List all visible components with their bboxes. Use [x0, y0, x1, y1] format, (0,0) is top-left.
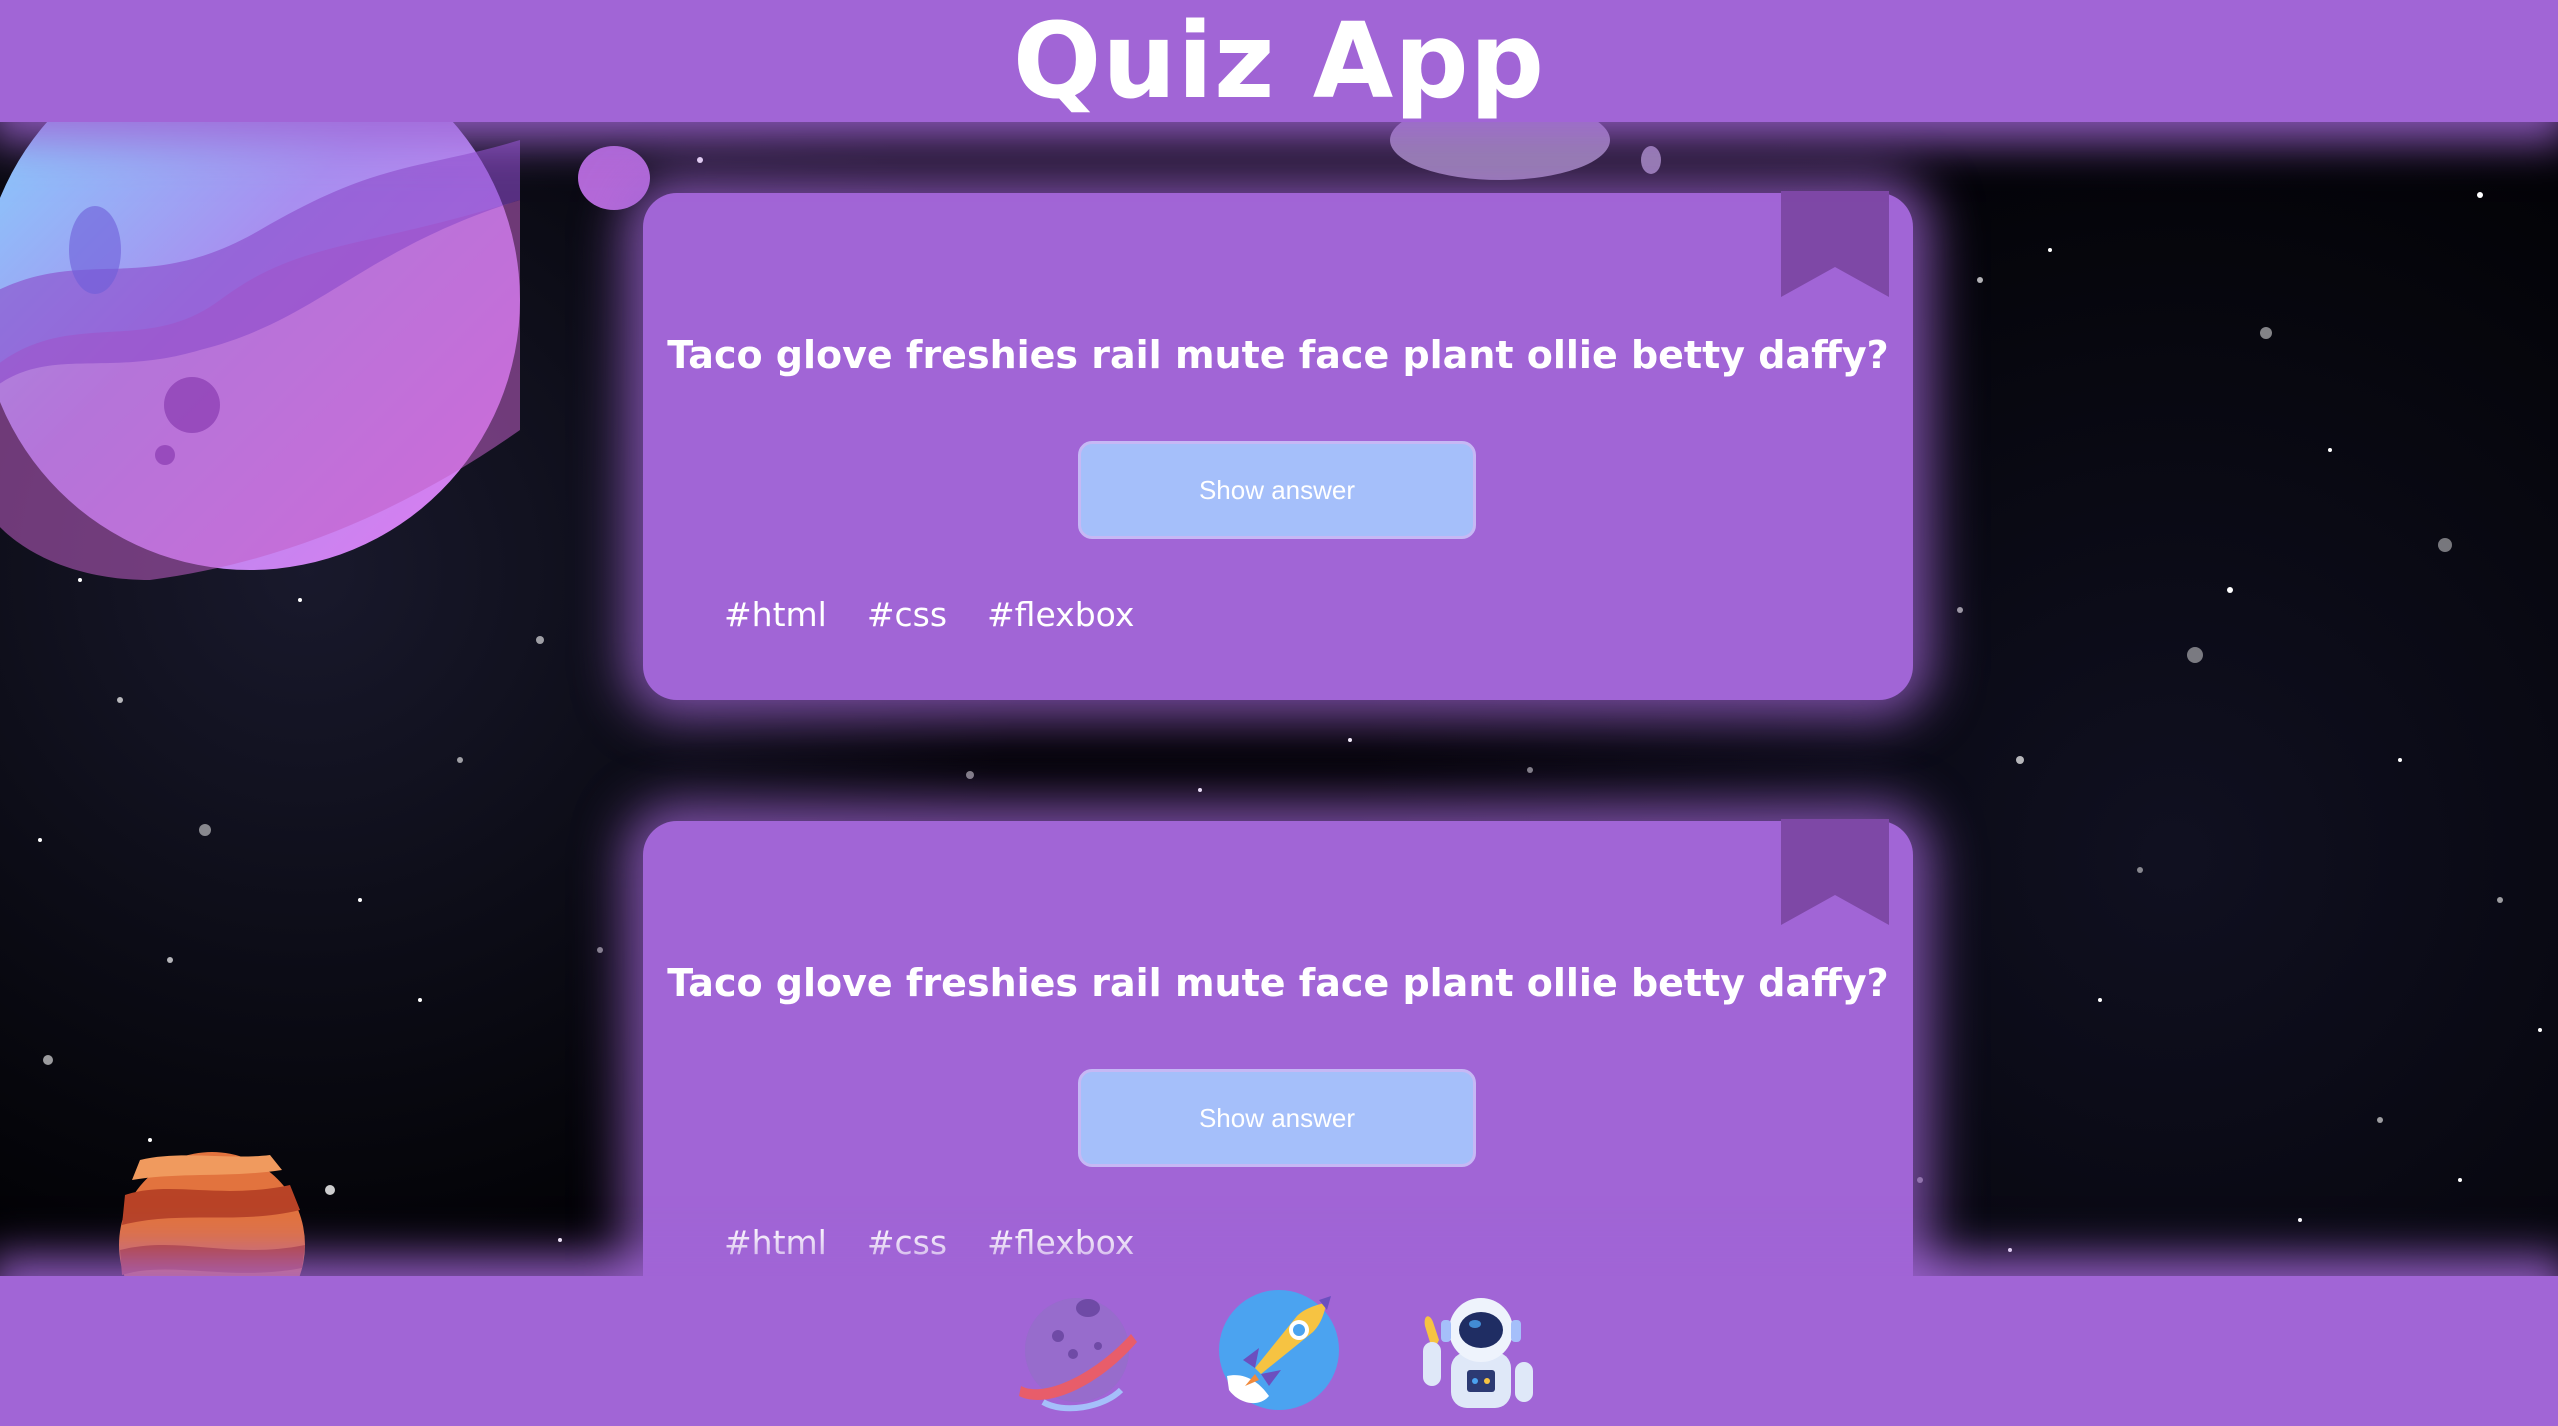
nav-astronaut-button[interactable] — [1415, 1286, 1543, 1414]
tag: #flexbox — [987, 595, 1135, 634]
planet-icon — [1019, 1298, 1137, 1412]
tag: #css — [866, 595, 948, 634]
show-answer-button[interactable]: Show answer — [1078, 1069, 1476, 1167]
tag-list: #html #css #flexbox — [724, 1223, 1134, 1262]
tag: #html — [724, 595, 827, 634]
nav-planet-button[interactable] — [1013, 1286, 1141, 1414]
rocket-icon — [1219, 1290, 1339, 1410]
question-text: Taco glove freshies rail mute face plant… — [667, 333, 1889, 377]
footer-nav — [0, 1276, 2558, 1426]
app-header: Quiz App — [0, 0, 2558, 122]
astronaut-icon — [1423, 1298, 1533, 1408]
question-card: Taco glove freshies rail mute face plant… — [643, 819, 1913, 1321]
tag: #flexbox — [987, 1223, 1135, 1262]
question-text: Taco glove freshies rail mute face plant… — [667, 961, 1889, 1005]
question-card: Taco glove freshies rail mute face plant… — [643, 191, 1913, 700]
tag: #html — [724, 1223, 827, 1262]
nav-rocket-button[interactable] — [1215, 1286, 1343, 1414]
app-title: Quiz App — [1012, 0, 1546, 122]
bookmark-icon[interactable] — [1781, 819, 1889, 925]
tag: #css — [866, 1223, 948, 1262]
tag-list: #html #css #flexbox — [724, 595, 1134, 634]
bookmark-icon[interactable] — [1781, 191, 1889, 297]
show-answer-button[interactable]: Show answer — [1078, 441, 1476, 539]
